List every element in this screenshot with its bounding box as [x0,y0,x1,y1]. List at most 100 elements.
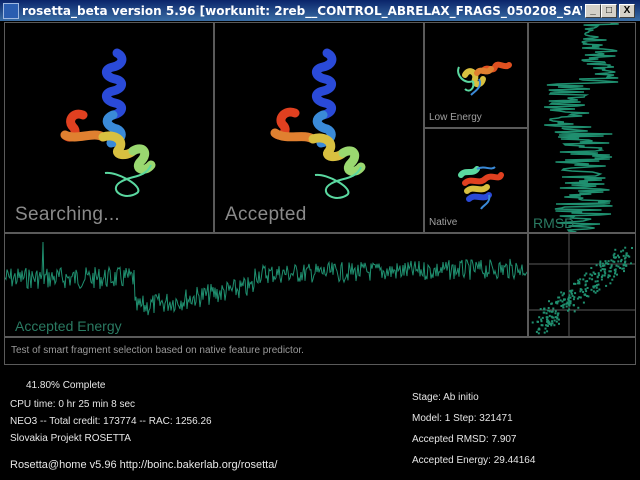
scatter-point [572,304,575,307]
scatter-point [582,301,585,304]
scatter-point [586,280,589,283]
scatter-point [630,262,632,265]
scatter-point [598,288,601,291]
scatter-point [541,316,544,319]
scatter-point [543,331,546,334]
scatter-point [568,294,571,297]
scatter-point [536,320,539,323]
app-icon[interactable] [3,3,19,19]
scatter-point [600,276,603,278]
accepted-energy-info: Accepted Energy: 29.44164 [412,455,536,466]
scatter-point [568,308,571,311]
scatter-point [613,256,615,259]
scatter-point [538,316,541,319]
scatter-point [611,278,614,281]
accepted-panel: Accepted [214,22,424,233]
scatter-point [562,306,565,309]
scatter-point [548,300,550,303]
scatter-point [604,272,607,275]
scatter-point [624,246,627,249]
maximize-button[interactable]: □ [601,4,617,18]
scatter-point [546,330,549,333]
scatter-point [544,327,547,330]
scatter-point [609,282,612,285]
scatter-point [592,290,595,293]
scatter-point [586,287,589,289]
scatter-point [553,319,556,322]
percent-complete: 41.80% Complete [26,380,106,391]
scatter-point [616,273,618,276]
scatter-point [596,284,598,287]
title-bar[interactable]: rosetta_beta version 5.96 [workunit: 2re… [0,0,640,22]
scatter-point [618,256,621,259]
scatter-point [590,267,593,269]
scatter-point [623,264,626,267]
scatter-point [625,254,628,257]
scatter-point [615,264,618,267]
scatter-point [625,252,628,255]
scatter-point [547,309,550,312]
scatter-point [579,290,582,293]
scatter-point [590,288,593,291]
scatter-point [597,274,600,277]
scatter-point [559,299,562,302]
scatter-point [597,272,600,275]
scatter-point [572,298,575,301]
scatter-point [584,288,587,291]
scatter-point [623,257,626,260]
scatter-point [589,273,592,276]
scatter-point [591,278,594,281]
scatter-point [579,288,582,291]
scatter-point [539,308,542,311]
minimize-button[interactable]: _ [585,4,601,18]
native-panel: Native [424,128,528,233]
scatter-point [596,276,599,279]
scatter-point [607,260,610,263]
scatter-point [568,304,571,307]
scatter-point [610,259,613,262]
scatter-point [622,254,625,257]
scatter-point [614,248,617,251]
scatter-point [550,310,553,313]
scatter-point [601,262,604,265]
scatter-point [593,272,596,275]
scatter-point [617,260,620,263]
rmsd-line [544,23,619,232]
scatter-point [570,292,573,295]
scatter-point [612,260,615,263]
searching-protein-icon [60,48,156,197]
scatter-point [605,262,608,265]
close-button[interactable]: X [619,4,635,18]
scatter-point [546,316,549,319]
scatter-point [595,264,598,267]
scatter-point [554,310,557,313]
low-energy-panel: Low Energy [424,22,528,128]
scatter-point [535,330,538,333]
scatter-point [555,320,558,323]
scatter-point [552,307,555,310]
model-step-info: Model: 1 Step: 321471 [412,413,513,424]
scatter-point [585,272,588,275]
scatter-point [531,321,534,324]
scatter-point [561,304,564,307]
scatter-point [569,296,572,299]
accepted-rmsd-info: Accepted RMSD: 7.907 [412,434,517,445]
scatter-point [558,322,560,325]
scatter-point [557,318,560,321]
scatter-point [613,252,616,255]
accepted-energy-label: Accepted Energy [15,318,122,334]
scatter-point [600,278,603,281]
team-name: Slovakia Projekt ROSETTA [10,433,131,444]
scatter-point [583,274,586,277]
scatter-point [627,254,630,257]
scatter-point [538,328,541,331]
scatter-point [593,285,596,288]
scatter-point [541,324,544,327]
scatter-point [595,286,598,289]
scatter-point [543,307,546,310]
scatter-point [554,316,557,319]
searching-panel: Searching... [4,22,214,233]
scatter-point [550,324,553,327]
scatter-point [563,298,566,301]
scatter-point [554,312,557,315]
